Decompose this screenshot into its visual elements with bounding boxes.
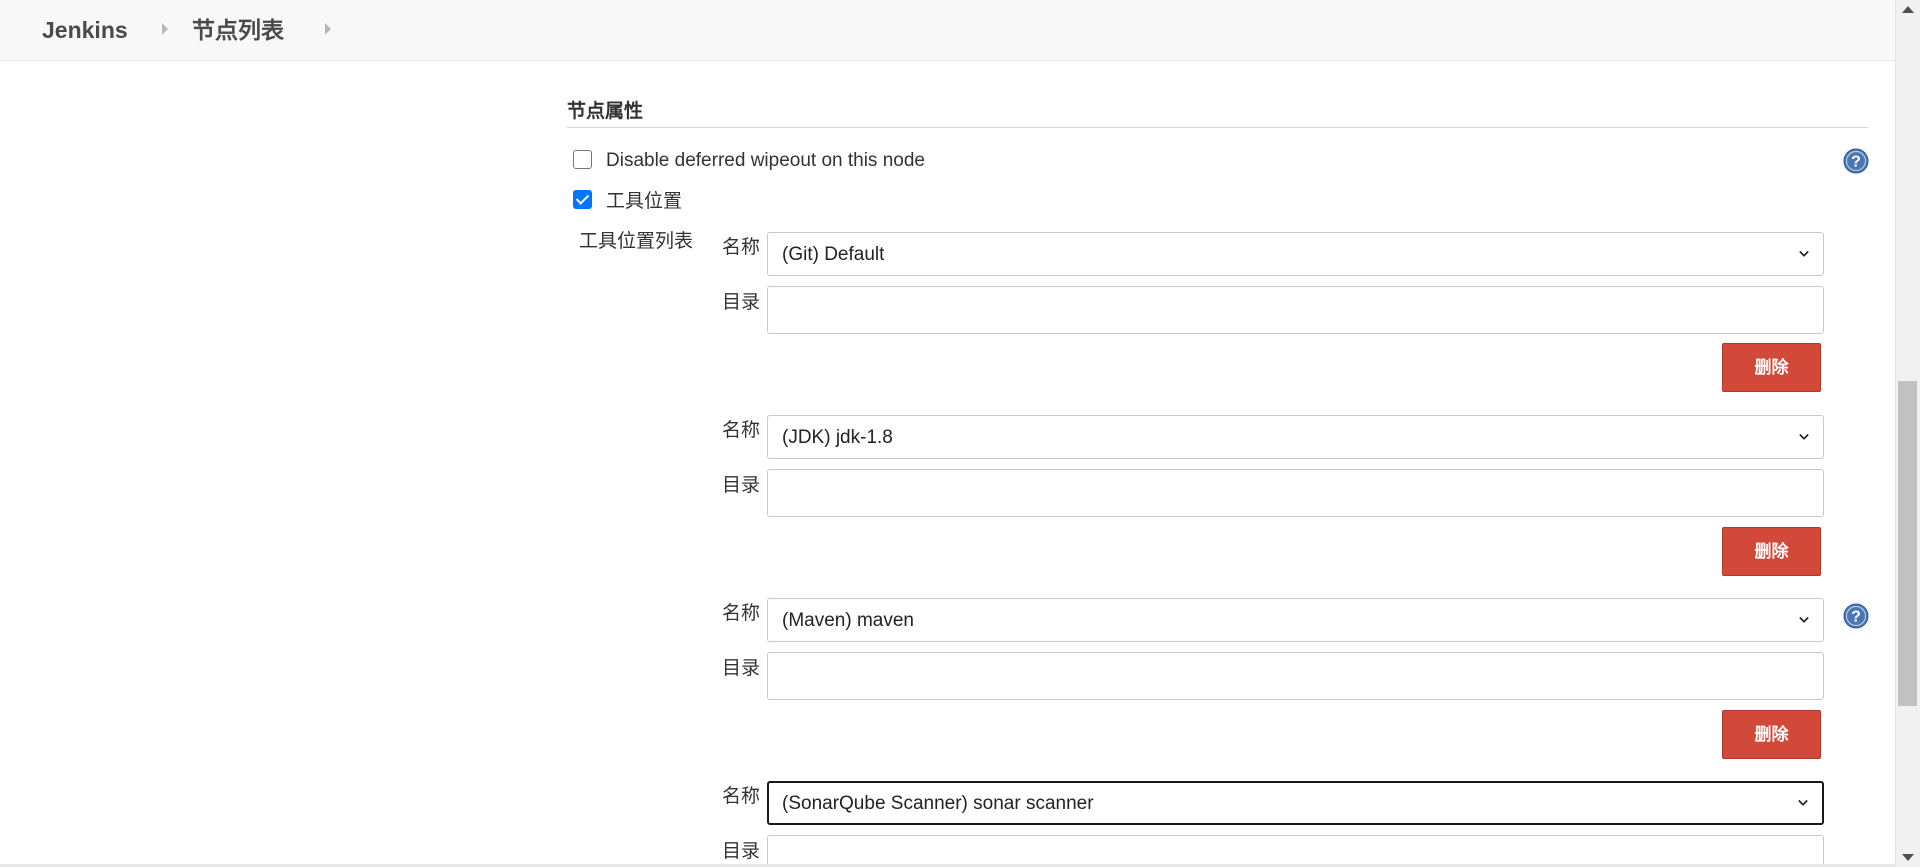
chevron-down-icon: [1799, 250, 1809, 257]
tool-name-select[interactable]: (Maven) maven: [767, 598, 1824, 642]
tool-directory-input[interactable]: [767, 652, 1824, 700]
disable-wipeout-label[interactable]: Disable deferred wipeout on this node: [606, 149, 925, 173]
breadcrumb-node-list-link[interactable]: 节点列表: [192, 15, 284, 45]
tool-locations-list-label: 工具位置列表: [579, 231, 694, 252]
help-icon[interactable]: ?: [1843, 603, 1869, 629]
tool-directory-input[interactable]: [767, 835, 1824, 867]
tool-name-select[interactable]: (JDK) jdk-1.8: [767, 415, 1824, 459]
chevron-down-icon: [1799, 433, 1809, 440]
name-label: 名称: [722, 420, 761, 441]
scrollbar-thumb[interactable]: [1898, 381, 1917, 706]
chevron-right-icon[interactable]: [325, 23, 331, 35]
delete-button[interactable]: 删除: [1722, 527, 1821, 576]
disable-wipeout-checkbox[interactable]: [573, 150, 592, 169]
directory-label: 目录: [722, 841, 761, 862]
chevron-down-icon: [1799, 616, 1809, 623]
directory-label: 目录: [722, 475, 761, 496]
tool-name-select[interactable]: (Git) Default: [767, 232, 1824, 276]
tool-name-select-value: (JDK) jdk-1.8: [782, 427, 893, 448]
scroll-up-arrow-icon[interactable]: [1902, 6, 1914, 13]
chevron-down-icon: [1798, 799, 1808, 806]
delete-button[interactable]: 删除: [1722, 343, 1821, 392]
breadcrumb-jenkins-link[interactable]: Jenkins: [42, 15, 128, 45]
name-label: 名称: [722, 786, 761, 807]
chevron-right-icon[interactable]: [162, 23, 168, 35]
scroll-down-arrow-icon[interactable]: [1902, 854, 1914, 861]
tool-name-select-value: (Maven) maven: [782, 610, 914, 631]
name-label: 名称: [722, 603, 761, 624]
tool-locations-checkbox[interactable]: [573, 190, 592, 209]
directory-label: 目录: [722, 292, 761, 313]
help-icon[interactable]: ?: [1843, 148, 1869, 174]
svg-text:?: ?: [1851, 154, 1861, 171]
section-divider: [567, 127, 1868, 128]
tool-name-select-value: (SonarQube Scanner) sonar scanner: [782, 793, 1094, 814]
tool-name-select[interactable]: (SonarQube Scanner) sonar scanner: [767, 781, 1824, 825]
name-label: 名称: [722, 237, 761, 258]
directory-label: 目录: [722, 658, 761, 679]
svg-text:?: ?: [1851, 609, 1861, 626]
delete-button[interactable]: 删除: [1722, 710, 1821, 759]
section-title-node-properties: 节点属性: [567, 101, 644, 122]
breadcrumb: Jenkins 节点列表: [0, 0, 1895, 61]
jenkins-node-config-page: Jenkins 节点列表 节点属性 Disable deferred wipeo…: [0, 0, 1920, 867]
tool-directory-input[interactable]: [767, 469, 1824, 517]
vertical-scrollbar[interactable]: [1895, 0, 1920, 867]
tool-name-select-value: (Git) Default: [782, 244, 885, 265]
tool-locations-label[interactable]: 工具位置: [606, 190, 682, 214]
tool-directory-input[interactable]: [767, 286, 1824, 334]
